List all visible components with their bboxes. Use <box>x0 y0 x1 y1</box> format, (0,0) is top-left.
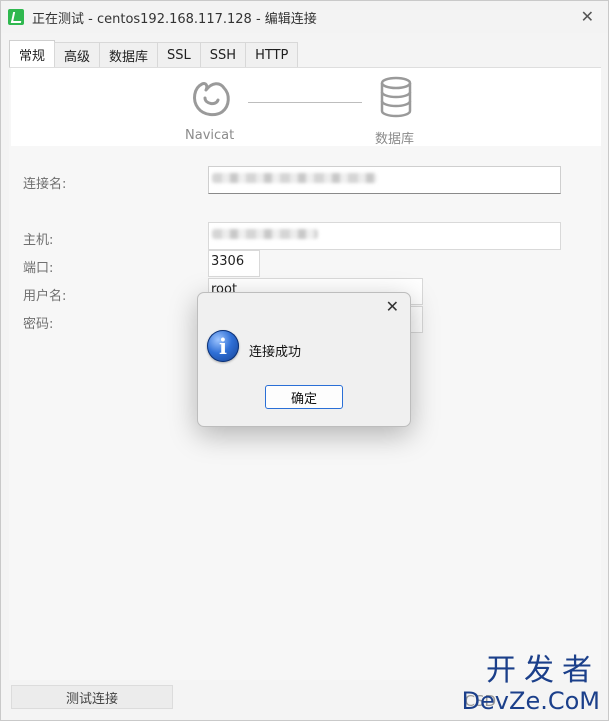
connection-banner: Navicat 数据库 <box>11 68 601 147</box>
password-label: 密码: <box>23 317 54 332</box>
database-label: 数据库 <box>375 132 415 147</box>
watermark-title: 开发者 <box>486 653 600 688</box>
port-input[interactable]: 3306 <box>208 250 260 277</box>
dialog-close-button[interactable]: ✕ <box>386 297 399 316</box>
port-label: 端口: <box>23 261 54 276</box>
dialog-message: 连接成功 <box>249 345 302 360</box>
window-title: 正在测试 - centos192.168.117.128 - 编辑连接 <box>32 11 317 27</box>
connection-name-input[interactable] <box>208 166 561 194</box>
test-connection-button[interactable]: 测试连接 <box>11 685 173 709</box>
tab-http[interactable]: HTTP <box>245 42 299 67</box>
tab-ssl[interactable]: SSL <box>157 42 201 67</box>
connection-name-label: 连接名: <box>23 177 67 192</box>
redacted-connection-name <box>212 173 377 183</box>
watermark-domain: DevZe.CoM <box>461 687 600 715</box>
host-input[interactable] <box>208 222 561 250</box>
info-icon: i <box>207 330 239 362</box>
navicat-app-icon <box>8 9 24 25</box>
success-dialog: ✕ i 连接成功 确定 <box>197 292 411 427</box>
devze-watermark: 开发者 DevZe.CoM <box>461 653 600 715</box>
navicat-logo-icon <box>193 82 230 117</box>
tab-general[interactable]: 常规 <box>9 40 56 67</box>
tab-bar: 常规 高级 数据库 SSL SSH HTTP <box>9 40 299 67</box>
ok-button[interactable]: 确定 <box>265 385 343 409</box>
connection-line <box>248 102 362 103</box>
host-label: 主机: <box>23 233 54 248</box>
tab-databases[interactable]: 数据库 <box>99 42 159 67</box>
tab-ssh[interactable]: SSH <box>199 42 247 67</box>
title-bar: 正在测试 - centos192.168.117.128 - 编辑连接 ✕ <box>1 1 608 33</box>
window-close-button[interactable]: ✕ <box>581 7 594 26</box>
username-label: 用户名: <box>23 289 67 304</box>
redacted-host <box>212 229 318 239</box>
tab-advanced[interactable]: 高级 <box>54 42 101 67</box>
database-icon <box>380 76 412 118</box>
navicat-label: Navicat <box>185 128 235 143</box>
